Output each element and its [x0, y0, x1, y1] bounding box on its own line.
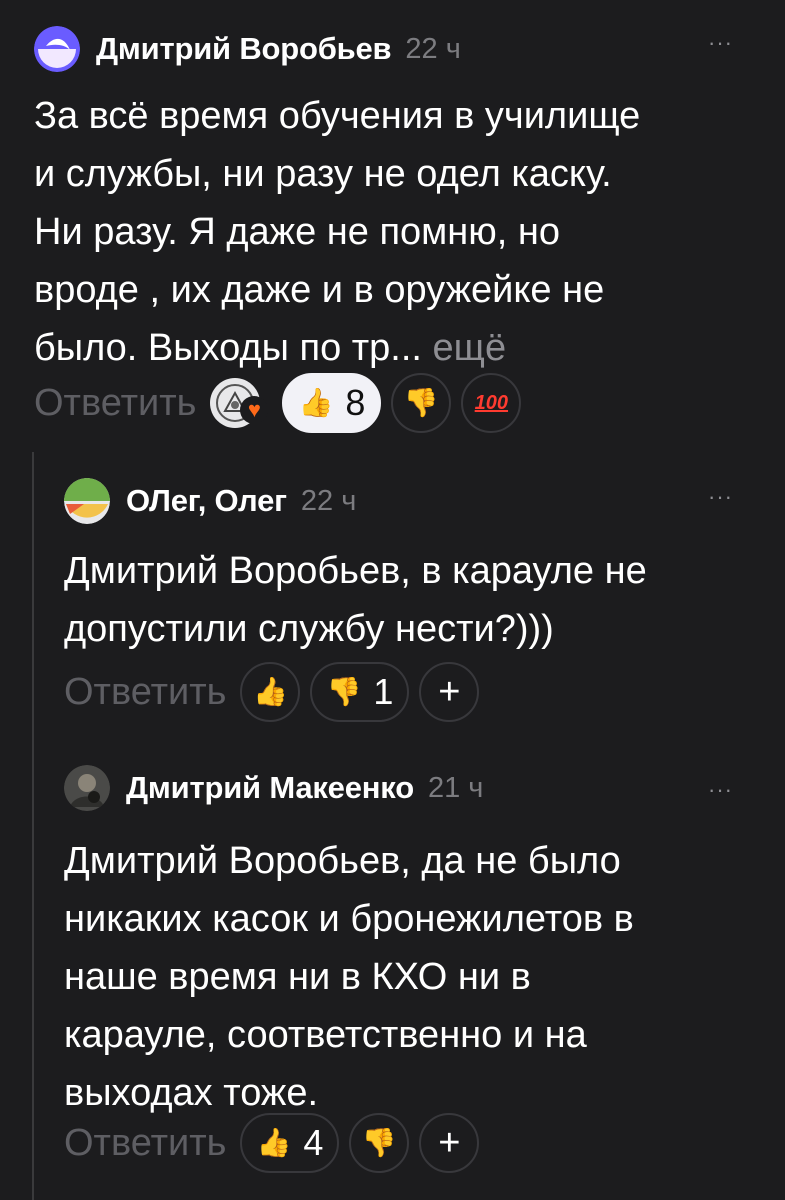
comment-actions: Ответить 👍 👎 1 +	[64, 662, 489, 722]
dislike-button[interactable]: 👎	[349, 1113, 410, 1173]
plus-icon: +	[438, 670, 461, 713]
reply-button[interactable]: Ответить	[34, 382, 196, 425]
comment-line: Дмитрий Воробьев, да не было	[64, 840, 621, 882]
dislike-button[interactable]: 👎 1	[310, 662, 410, 722]
comment-line: никаких касок и бронежилетов в	[64, 898, 634, 940]
comment-line: Ни разу. Я даже не помню, но	[34, 211, 561, 253]
comment-actions: Ответить ♥ 👍 8 👎 100	[34, 373, 531, 433]
thumbs-down-icon: 👎	[361, 1127, 397, 1158]
reply-button[interactable]: Ответить	[64, 1122, 226, 1165]
thread-line	[32, 452, 34, 1200]
comment-header: Дмитрий Макеенко 21 ч	[64, 765, 483, 811]
comment-header: ОЛег, Олег 22 ч	[64, 478, 356, 524]
comment-line: Дмитрий Воробьев, в карауле не	[64, 550, 647, 592]
avatar[interactable]	[64, 765, 110, 811]
thumbs-up-icon: 👍	[253, 676, 288, 707]
more-options-icon[interactable]: ···	[708, 484, 733, 510]
avatar[interactable]	[34, 26, 80, 72]
dislike-button[interactable]: 👎	[391, 373, 452, 433]
more-options-icon[interactable]: ···	[708, 777, 733, 803]
comment-text: Дмитрий Воробьев, да не было никаких кас…	[64, 832, 754, 1122]
timestamp: 22 ч	[405, 32, 461, 65]
comment-line: За всё время обучения в училище	[34, 95, 641, 137]
like-count: 8	[345, 382, 366, 423]
more-options-icon[interactable]: ···	[708, 30, 733, 56]
like-button[interactable]: 👍 8	[282, 373, 382, 433]
thumbs-up-icon: 👍	[298, 387, 334, 418]
comment-text: Дмитрий Воробьев, в карауле не допустили…	[64, 542, 754, 658]
author-name[interactable]: ОЛег, Олег	[126, 483, 287, 519]
thumbs-up-icon: 👍	[256, 1127, 292, 1158]
like-button[interactable]: 👍	[240, 662, 301, 722]
heart-icon: ♥	[240, 396, 269, 424]
avatar[interactable]	[64, 478, 110, 524]
reaction-badge[interactable]: ♥	[210, 374, 269, 432]
comment-line: карауле, соответственно и на	[64, 1014, 587, 1056]
timestamp: 21 ч	[427, 771, 484, 804]
comment-line: вроде , их даже и в оружейке не	[34, 269, 605, 311]
comment-line: наше время ни в КХО ни в	[64, 956, 531, 998]
comment-header: Дмитрий Воробьев 22 ч	[34, 26, 461, 72]
hundred-icon: 100	[474, 391, 509, 414]
author-name[interactable]: Дмитрий Воробьев	[96, 31, 392, 67]
comment-line: и службы, ни разу не одел каску.	[34, 153, 612, 195]
thumbs-down-icon: 👎	[326, 676, 362, 707]
add-reaction-button[interactable]: +	[419, 1113, 480, 1173]
hundred-reaction-button[interactable]: 100	[461, 373, 522, 433]
comment-actions: Ответить 👍 4 👎 +	[64, 1113, 489, 1173]
plus-icon: +	[438, 1121, 461, 1164]
comment-line: допустили службу нести?)))	[64, 608, 554, 650]
dislike-count: 1	[373, 671, 394, 712]
reply-button[interactable]: Ответить	[64, 671, 226, 714]
comment-line: было. Выходы по тр...	[34, 327, 422, 369]
like-button[interactable]: 👍 4	[240, 1113, 340, 1173]
expand-link[interactable]: ещё	[433, 327, 507, 369]
author-name[interactable]: Дмитрий Макеенко	[126, 770, 414, 806]
comment-text: За всё время обучения в училище и службы…	[34, 87, 754, 377]
like-count: 4	[303, 1122, 324, 1163]
add-reaction-button[interactable]: +	[419, 662, 480, 722]
timestamp: 22 ч	[300, 484, 357, 517]
thumbs-down-icon: 👎	[403, 387, 439, 418]
